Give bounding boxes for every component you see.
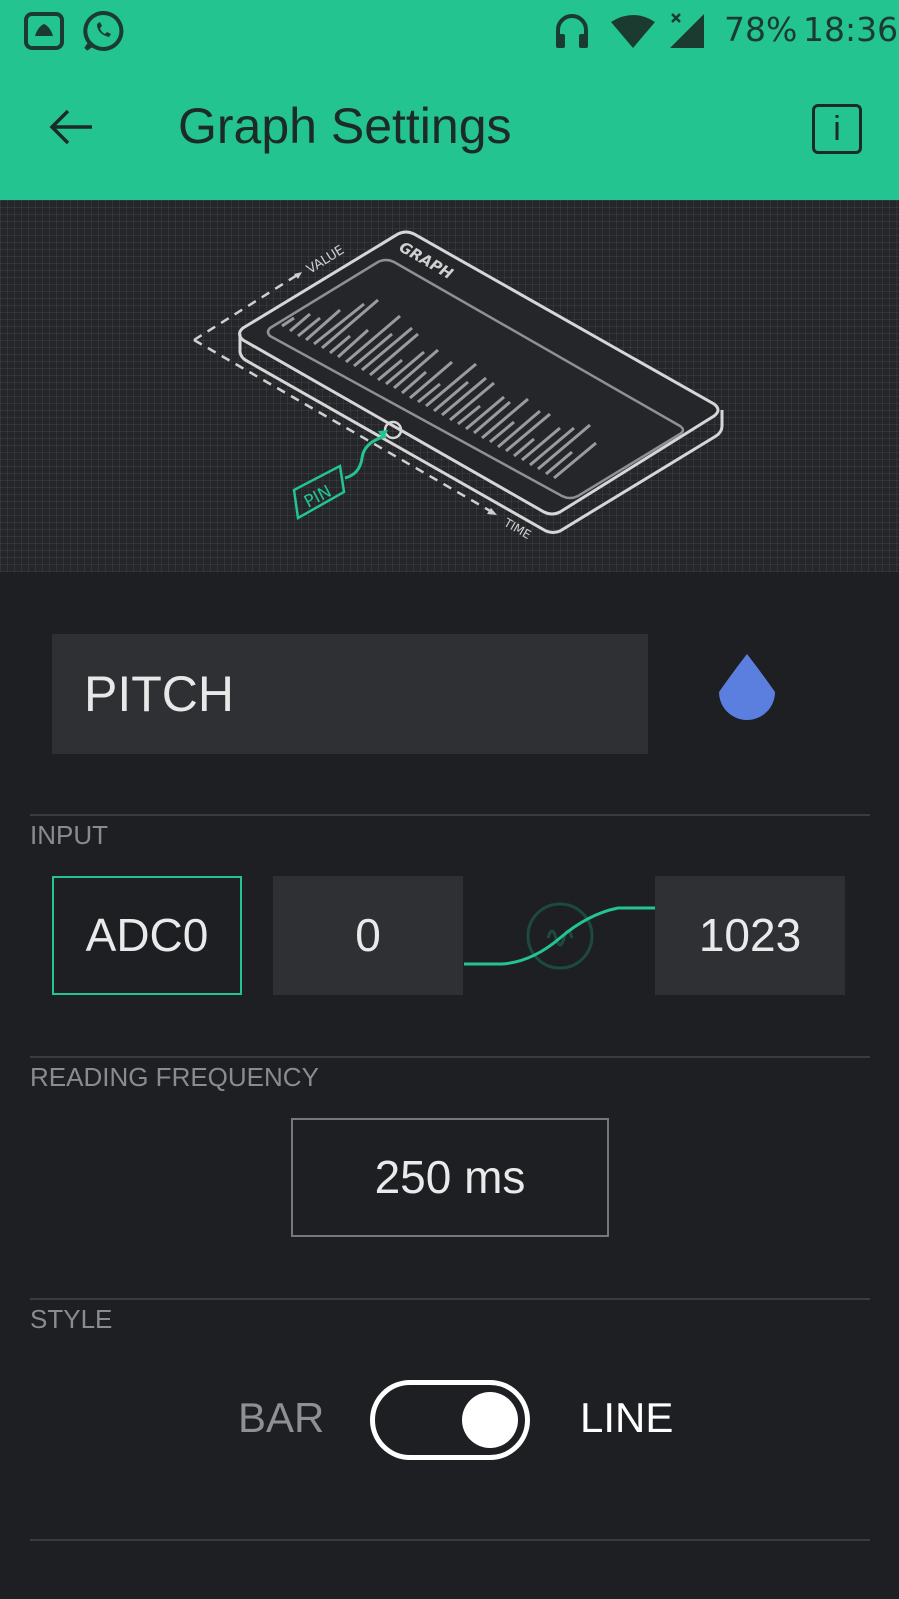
min-value-input[interactable]: 0 [273,876,463,995]
wifi-icon [611,15,655,48]
back-arrow-icon [49,109,92,145]
headset-icon [556,14,588,48]
style-line-option[interactable]: LINE [580,1394,673,1442]
divider [30,1539,870,1541]
divider [30,1056,870,1058]
info-button[interactable]: i [812,104,862,154]
toggle-knob [462,1392,518,1448]
style-bar-option[interactable]: BAR [238,1394,324,1442]
reading-frequency-button[interactable]: 250 ms [291,1118,609,1237]
page-title: Graph Settings [178,98,512,154]
graph-device-diagram: VALUE GRAPH TIME PIN [193,230,724,542]
saavn-app-icon [24,12,64,50]
graph-illustration: VALUE GRAPH TIME PIN [0,200,899,572]
divider [30,1298,870,1300]
divider [30,814,870,816]
app-bar: Graph Settings i [0,62,899,200]
reading-frequency-label: READING FREQUENCY [30,1062,319,1092]
style-toggle[interactable] [370,1380,530,1460]
widget-name-input[interactable]: PITCH [52,634,648,754]
clock: 18:36 [803,10,899,49]
color-picker-drop-icon[interactable] [713,652,781,736]
pin-select-button[interactable]: ADC0 [52,876,242,995]
pin-label: PIN [301,482,335,513]
max-value-input[interactable]: 1023 [655,876,845,995]
back-button[interactable] [42,102,102,152]
whatsapp-icon [83,10,124,51]
time-axis-label: TIME [501,515,534,542]
cell-signal-icon [670,13,704,48]
mapping-wave-icon[interactable] [526,902,594,970]
status-bar: 78% 18:36 [0,0,899,62]
battery-percent: 78% [724,10,798,49]
input-section-label: INPUT [30,820,108,850]
color-swatch [719,654,775,720]
style-section-label: STYLE [30,1304,113,1334]
mapping-curve [464,902,656,970]
